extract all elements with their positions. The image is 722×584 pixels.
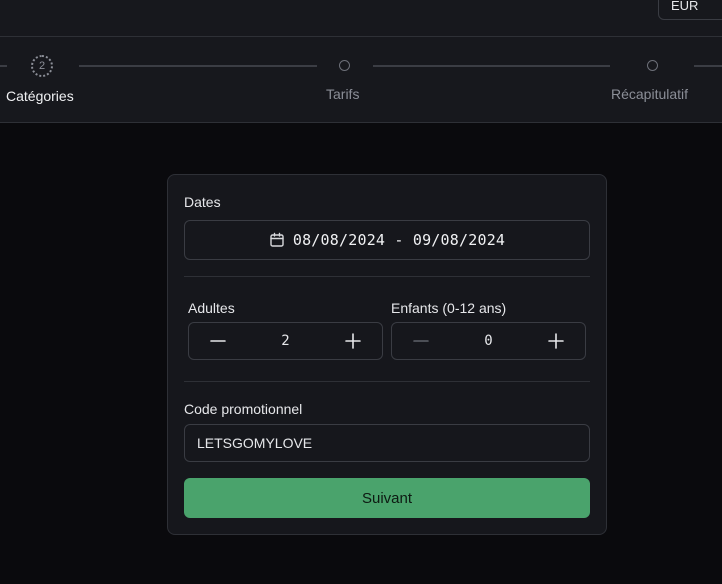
step-categories-indicator: 2: [31, 55, 53, 77]
minus-icon: [210, 340, 226, 342]
next-button[interactable]: Suivant: [184, 478, 590, 518]
promo-code-field: [184, 424, 590, 462]
adults-increment-button[interactable]: [342, 330, 364, 352]
children-label: Enfants (0-12 ans): [391, 300, 507, 316]
adults-stepper: 2: [188, 322, 383, 360]
step-categories-label[interactable]: Catégories: [6, 88, 74, 104]
promo-code-input[interactable]: [197, 435, 577, 451]
step-tarifs-indicator: [339, 60, 350, 71]
divider: [184, 381, 590, 382]
step-recap-label[interactable]: Récapitulatif: [611, 86, 688, 102]
step-tarifs-label[interactable]: Tarifs: [326, 86, 359, 102]
adults-count[interactable]: 2: [281, 333, 289, 349]
stepper-line: [0, 65, 7, 67]
children-decrement-button[interactable]: [410, 330, 432, 352]
minus-icon: [413, 340, 429, 342]
plus-icon: [345, 333, 361, 349]
adults-decrement-button[interactable]: [207, 330, 229, 352]
children-increment-button[interactable]: [545, 330, 567, 352]
children-count[interactable]: 0: [484, 333, 492, 349]
top-bar: EUR: [0, 0, 722, 37]
divider: [184, 276, 590, 277]
booking-form-card: Dates 08/08/2024 - 09/08/2024 Adultes 2 …: [167, 174, 607, 535]
adults-label: Adultes: [188, 300, 235, 316]
promo-code-label: Code promotionnel: [184, 401, 303, 417]
date-range-value: 08/08/2024 - 09/08/2024: [292, 231, 506, 249]
dates-label: Dates: [184, 194, 221, 210]
stepper-line: [694, 65, 722, 67]
calendar-icon: [269, 232, 285, 248]
currency-selector[interactable]: EUR: [658, 0, 722, 20]
step-recap-indicator: [647, 60, 658, 71]
date-range-picker[interactable]: 08/08/2024 - 09/08/2024: [184, 220, 590, 260]
progress-stepper: 2 Catégories Tarifs Récapitulatif: [0, 37, 722, 123]
stepper-line: [373, 65, 610, 67]
plus-icon: [548, 333, 564, 349]
children-stepper: 0: [391, 322, 586, 360]
stepper-line: [79, 65, 317, 67]
